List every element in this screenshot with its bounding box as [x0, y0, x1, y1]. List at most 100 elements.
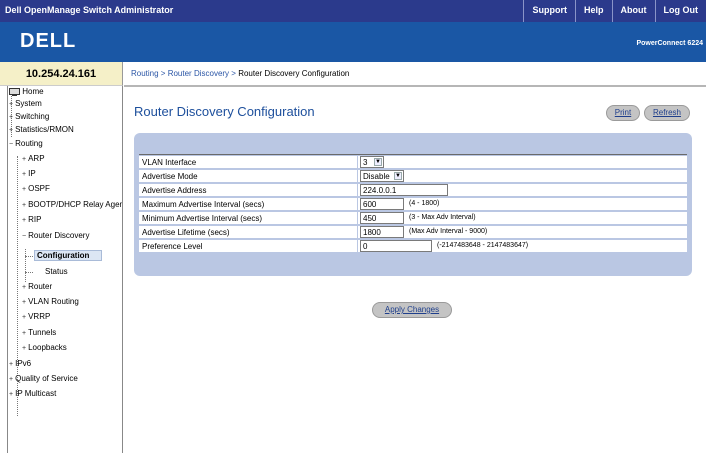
- expand-icon[interactable]: +: [9, 101, 13, 108]
- form-panel: VLAN Interface 3 ▼ Advertise Mode Disabl…: [134, 133, 692, 276]
- sidebar-item-status[interactable]: Status: [45, 267, 68, 276]
- expand-icon[interactable]: +: [9, 391, 13, 398]
- print-button[interactable]: Print: [606, 105, 640, 121]
- divider: [124, 85, 706, 87]
- top-links: Support Help About Log Out: [523, 0, 706, 22]
- help-link[interactable]: Help: [574, 0, 612, 22]
- divider: [139, 154, 687, 155]
- expand-icon[interactable]: +: [9, 127, 13, 134]
- form-value: 3 ▼: [357, 156, 384, 169]
- sidebar-item-home[interactable]: Home: [9, 87, 44, 96]
- expand-icon[interactable]: +: [22, 186, 26, 193]
- about-link[interactable]: About: [611, 0, 655, 22]
- sidebar-item-tunnels[interactable]: + Tunnels: [22, 328, 56, 337]
- form-row-advertise-mode: Advertise Mode Disable ▼: [139, 170, 687, 183]
- sidebar-item-loopbacks[interactable]: + Loopbacks: [22, 343, 67, 352]
- range-hint: (-2147483648 - 2147483647): [437, 242, 529, 249]
- dell-logo: DELL: [20, 30, 77, 52]
- form-row-advertise-lifetime: Advertise Lifetime (secs) 1800 (Max Adv …: [139, 226, 687, 239]
- sidebar-item-arp[interactable]: + ARP: [22, 154, 45, 163]
- app-title: Dell OpenManage Switch Administrator: [5, 5, 174, 15]
- form-row-min-interval: Minimum Advertise Interval (secs) 450 (3…: [139, 212, 687, 225]
- sidebar-item-ip-multicast[interactable]: + IP Multicast: [9, 389, 56, 398]
- range-hint: (Max Adv Interval - 9000): [409, 228, 488, 235]
- sidebar-item-ospf[interactable]: + OSPF: [22, 184, 50, 193]
- apply-changes-button[interactable]: Apply Changes: [372, 302, 452, 318]
- select-value: 3: [363, 158, 368, 167]
- sidebar-item-statistics[interactable]: + Statistics/RMON: [9, 125, 74, 134]
- sidebar-item-routing[interactable]: − Routing: [9, 139, 43, 148]
- expand-icon[interactable]: +: [9, 376, 13, 383]
- tree-line: [25, 249, 26, 282]
- form-label: Advertise Lifetime (secs): [142, 228, 230, 237]
- form-value: 0 (-2147483648 - 2147483647): [357, 240, 528, 253]
- form-value: 1800 (Max Adv Interval - 9000): [357, 226, 487, 239]
- breadcrumb-current: Router Discovery Configuration: [238, 69, 350, 78]
- advertise-lifetime-field[interactable]: 1800: [360, 226, 404, 238]
- form-row-preference-level: Preference Level 0 (-2147483648 - 214748…: [139, 240, 687, 253]
- form-label: Maximum Advertise Interval (secs): [142, 200, 265, 209]
- chevron-down-icon: ▼: [394, 172, 402, 180]
- expand-icon[interactable]: +: [9, 361, 13, 368]
- expand-icon[interactable]: +: [22, 217, 26, 224]
- max-interval-field[interactable]: 600: [360, 198, 404, 210]
- tree-line: [25, 272, 33, 273]
- support-link[interactable]: Support: [523, 0, 575, 22]
- sidebar-item-rip[interactable]: + RIP: [22, 215, 41, 224]
- tree-line: [25, 256, 33, 257]
- expand-icon[interactable]: +: [22, 345, 26, 352]
- vlan-interface-select[interactable]: 3 ▼: [360, 156, 384, 168]
- expand-icon[interactable]: +: [22, 156, 26, 163]
- breadcrumb-separator: >: [158, 69, 168, 78]
- sidebar-item-system[interactable]: + System: [9, 99, 42, 108]
- collapse-icon[interactable]: −: [22, 233, 26, 240]
- range-hint: (3 - Max Adv Interval): [409, 214, 476, 221]
- form-label: Advertise Mode: [142, 172, 198, 181]
- sidebar-item-qos[interactable]: + Quality of Service: [9, 374, 78, 383]
- form-label: VLAN Interface: [142, 158, 197, 167]
- breadcrumb-routing[interactable]: Routing: [131, 69, 159, 78]
- form-value: 224.0.0.1: [357, 184, 448, 197]
- expand-icon[interactable]: +: [22, 330, 26, 337]
- refresh-button[interactable]: Refresh: [644, 105, 690, 121]
- sidebar-item-configuration[interactable]: Configuration: [34, 250, 103, 261]
- advertise-mode-select[interactable]: Disable ▼: [360, 170, 404, 182]
- sidebar-tree: Home + System + Switching + Statistics/RMON…: [7, 86, 123, 453]
- breadcrumb-router-discovery[interactable]: Router Discovery: [168, 69, 229, 78]
- top-bar: Dell OpenManage Switch Administrator Sup…: [0, 0, 706, 22]
- chevron-down-icon: ▼: [374, 158, 382, 166]
- expand-icon[interactable]: +: [22, 202, 26, 209]
- range-hint: (4 - 1800): [409, 200, 440, 207]
- breadcrumb-separator: >: [229, 69, 239, 78]
- expand-icon[interactable]: +: [22, 284, 26, 291]
- expand-icon[interactable]: +: [22, 171, 26, 178]
- sidebar-item-router-discovery[interactable]: − Router Discovery: [22, 231, 89, 240]
- form-label: Preference Level: [142, 242, 203, 251]
- banner: DELL PowerConnect 6224: [0, 22, 706, 62]
- sidebar-item-switching[interactable]: + Switching: [9, 112, 49, 121]
- form-value: 600 (4 - 1800): [357, 198, 439, 211]
- breadcrumb: Routing > Router Discovery > Router Disc…: [131, 69, 349, 78]
- expand-icon[interactable]: +: [22, 314, 26, 321]
- collapse-icon[interactable]: −: [9, 141, 13, 148]
- form-value: 450 (3 - Max Adv Interval): [357, 212, 476, 225]
- sidebar-item-bootp-dhcp-relay[interactable]: + BOOTP/DHCP Relay Agent: [22, 200, 122, 209]
- sidebar-item-ipv6[interactable]: + IPv6: [9, 359, 31, 368]
- expand-icon[interactable]: +: [22, 299, 26, 306]
- form-label: Advertise Address: [142, 186, 207, 195]
- expand-icon[interactable]: +: [9, 114, 13, 121]
- advertise-address-field[interactable]: 224.0.0.1: [360, 184, 448, 196]
- logout-link[interactable]: Log Out: [654, 0, 706, 22]
- min-interval-field[interactable]: 450: [360, 212, 404, 224]
- preference-level-field[interactable]: 0: [360, 240, 432, 252]
- sidebar-item-router[interactable]: + Router: [22, 282, 52, 291]
- select-value: Disable: [363, 172, 390, 181]
- sidebar-item-vrrp[interactable]: + VRRP: [22, 312, 50, 321]
- page-title: Router Discovery Configuration: [134, 104, 315, 119]
- product-name: PowerConnect 6224: [636, 40, 703, 47]
- form-row-vlan-interface: VLAN Interface 3 ▼: [139, 156, 687, 169]
- form-label: Minimum Advertise Interval (secs): [142, 214, 263, 223]
- sidebar-item-vlan-routing[interactable]: + VLAN Routing: [22, 297, 79, 306]
- sidebar-item-ip[interactable]: + IP: [22, 169, 36, 178]
- form-row-advertise-address: Advertise Address 224.0.0.1: [139, 184, 687, 197]
